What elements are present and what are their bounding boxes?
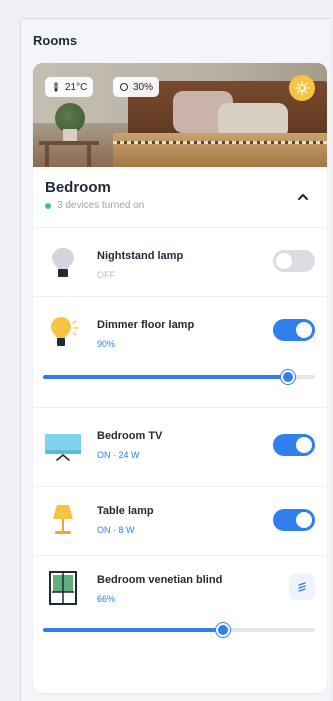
section-title: Rooms (33, 33, 78, 48)
device-status: ON · 24 W (97, 450, 140, 460)
device-status: OFF (97, 270, 115, 280)
chevron-up-icon[interactable] (295, 189, 311, 205)
room-header[interactable]: Bedroom 3 devices turned on (33, 167, 327, 228)
table-lamp-icon (53, 505, 73, 534)
toggle-bedroom-tv[interactable] (273, 434, 315, 456)
blind-slider[interactable] (43, 623, 315, 637)
device-row-nightstand-lamp: Nightstand lamp OFF (33, 228, 327, 297)
toggle-nightstand-lamp[interactable] (273, 250, 315, 272)
room-photo: 21°C 30% (33, 63, 327, 167)
room-status-text: 3 devices turned on (57, 200, 145, 211)
slider-fill (43, 375, 288, 379)
thermometer-icon (54, 82, 58, 92)
device-row-dimmer-floor-lamp: Dimmer floor lamp 90% (33, 297, 327, 408)
sun-icon (295, 81, 309, 95)
humidity-icon (120, 83, 128, 91)
room-card: 21°C 30% Bedroom 3 devices turned on Nig… (33, 63, 327, 693)
temperature-value: 21°C (65, 81, 88, 93)
device-status: ON · 8 W (97, 525, 135, 535)
blind-tilt-icon (298, 582, 306, 592)
toggle-table-lamp[interactable] (273, 509, 315, 531)
temperature-chip: 21°C (45, 77, 94, 97)
blind-control-button[interactable] (289, 574, 315, 600)
device-row-table-lamp: Table lamp ON · 8 W (33, 487, 327, 556)
room-status: 3 devices turned on (45, 200, 144, 211)
humidity-value: 30% (133, 81, 154, 93)
humidity-chip: 30% (113, 77, 160, 97)
device-name: Bedroom TV (97, 430, 163, 442)
device-name: Bedroom venetian blind (97, 574, 223, 586)
device-name: Dimmer floor lamp (97, 319, 195, 331)
sun-button[interactable] (289, 75, 315, 101)
device-status: 66% (97, 594, 116, 604)
online-dot (45, 202, 51, 209)
dimmer-slider[interactable] (43, 370, 315, 384)
blind-icon (49, 571, 77, 605)
device-status: 90% (97, 339, 116, 349)
device-row-venetian-blind: Bedroom venetian blind 66% (33, 556, 327, 652)
slider-fill (43, 628, 223, 632)
bulb-icon (52, 248, 74, 277)
device-name: Table lamp (97, 505, 154, 517)
room-name: Bedroom (45, 179, 111, 196)
device-row-bedroom-tv: Bedroom TV ON · 24 W (33, 408, 327, 487)
tv-icon (45, 434, 81, 461)
device-name: Nightstand lamp (97, 250, 184, 262)
slider-thumb[interactable] (280, 370, 295, 384)
toggle-dimmer-floor-lamp[interactable] (273, 319, 315, 341)
floor-lamp-icon (51, 317, 79, 346)
slider-thumb[interactable] (215, 623, 230, 637)
rooms-panel: Rooms 21°C 30% Bedroom 3 devices turned … (20, 18, 330, 701)
